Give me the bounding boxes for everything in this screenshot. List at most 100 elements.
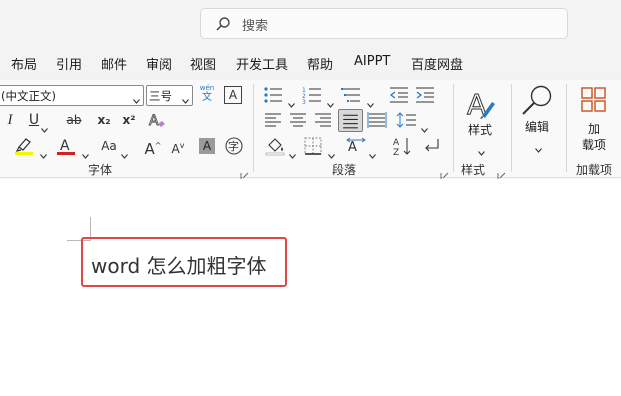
highlight-color-button[interactable]	[13, 136, 37, 156]
shrink-font-button[interactable]: Av	[166, 136, 190, 156]
borders-button[interactable]	[302, 136, 326, 156]
italic-label: I	[7, 112, 13, 128]
font-color-button[interactable]: A	[55, 136, 79, 156]
svg-text:A: A	[393, 138, 400, 148]
sort-button[interactable]: AZ	[392, 135, 416, 157]
highlighter-icon	[15, 138, 33, 155]
font-name-combo[interactable]: (中文正文)	[0, 85, 144, 106]
phonetic-bottom: 文	[202, 92, 212, 103]
addins-button-label-line2: 载项	[582, 138, 607, 152]
multilevel-list-button[interactable]	[340, 85, 364, 105]
addins-button-label-line1: 加	[588, 122, 601, 136]
decrease-indent-icon	[389, 87, 408, 103]
search-icon	[215, 16, 231, 32]
chevron-down-icon[interactable]	[82, 144, 89, 159]
svg-text:A: A	[149, 113, 159, 129]
tab-baidu-netdisk[interactable]: 百度网盘	[411, 54, 463, 73]
tab-developer[interactable]: 开发工具	[236, 54, 288, 73]
grow-font-button[interactable]: A^	[141, 136, 165, 158]
chevron-down-icon[interactable]	[328, 144, 335, 159]
chevron-down-icon	[535, 138, 542, 153]
chevron-down-icon[interactable]	[421, 118, 428, 133]
group-separator	[453, 84, 454, 172]
paragraph-group-label: 段落	[332, 163, 357, 177]
numbering-button[interactable]: 123	[301, 85, 325, 105]
document-canvas[interactable]	[0, 179, 621, 396]
addins-group-label: 加载项	[576, 163, 613, 177]
chevron-down-icon	[133, 93, 140, 104]
tab-help[interactable]: 帮助	[307, 54, 333, 73]
line-spacing-button[interactable]	[396, 110, 420, 130]
group-separator	[511, 84, 512, 172]
numbered-list-icon: 123	[302, 87, 321, 105]
styles-button-label: 样式	[468, 123, 493, 137]
chevron-down-icon[interactable]	[41, 118, 48, 133]
ribbon-tabs: 布局 引用 邮件 审阅 视图 开发工具 帮助 AIPPT 百度网盘	[0, 46, 621, 80]
align-right-button[interactable]	[312, 110, 336, 130]
search-placeholder: 搜索	[242, 19, 269, 34]
bullets-button[interactable]	[262, 85, 286, 105]
increase-indent-icon	[416, 87, 434, 103]
text-effects-button[interactable]: A	[146, 110, 170, 130]
align-left-button[interactable]	[262, 110, 286, 130]
font-color-swatch	[57, 152, 75, 155]
italic-button[interactable]: I	[0, 110, 22, 130]
group-separator	[566, 84, 567, 172]
superscript-label: x²	[122, 113, 136, 127]
addins-button[interactable]: 加 载项	[574, 86, 614, 156]
svg-text:A: A	[348, 140, 357, 155]
svg-text:Z: Z	[393, 148, 399, 157]
editing-button-label: 编辑	[525, 120, 550, 134]
show-formatting-marks-button[interactable]	[420, 136, 444, 156]
superscript-button[interactable]: x²	[117, 110, 141, 130]
chevron-down-icon[interactable]	[288, 93, 295, 108]
chevron-down-icon[interactable]	[327, 93, 334, 108]
magnifier-icon	[522, 85, 552, 115]
increase-indent-button[interactable]	[414, 85, 438, 105]
tab-view[interactable]: 视图	[190, 54, 216, 73]
subscript-button[interactable]: x₂	[92, 110, 116, 130]
strikethrough-label: ab	[66, 113, 82, 127]
chevron-down-icon[interactable]	[289, 144, 296, 159]
paragraph-shading-button[interactable]	[264, 136, 288, 156]
font-size-combo[interactable]: 三号	[146, 85, 193, 106]
tab-aippt[interactable]: AIPPT	[354, 54, 390, 69]
styles-dialog-launcher-icon[interactable]	[497, 166, 506, 181]
phonetic-guide-button[interactable]: wén 文	[196, 84, 218, 106]
bullet-list-icon	[264, 87, 282, 103]
paragraph-dialog-launcher-icon[interactable]	[440, 166, 449, 181]
character-border-label: A	[228, 88, 238, 102]
character-border-button[interactable]: A	[224, 86, 242, 104]
editing-button[interactable]: 编辑	[518, 84, 558, 154]
enclose-characters-button[interactable]: 字	[223, 136, 247, 156]
distributed-button[interactable]	[366, 110, 390, 130]
decrease-indent-button[interactable]	[388, 85, 412, 105]
align-center-button[interactable]	[287, 110, 311, 130]
styles-button[interactable]: A 样式	[461, 86, 501, 156]
tab-layout[interactable]: 布局	[11, 54, 37, 73]
chevron-down-icon[interactable]	[367, 93, 374, 108]
tab-references[interactable]: 引用	[56, 54, 82, 73]
group-separator	[253, 84, 254, 172]
chevron-down-icon[interactable]	[121, 144, 128, 159]
document-text[interactable]: word 怎么加粗字体	[91, 250, 267, 279]
line-spacing-icon	[396, 112, 416, 128]
character-shading-label: A	[202, 139, 212, 153]
tab-review[interactable]: 审阅	[146, 54, 172, 73]
title-bar: 搜索	[0, 0, 621, 46]
search-box[interactable]: 搜索	[200, 8, 568, 39]
chinese-layout-icon: A	[346, 137, 366, 155]
chevron-down-icon[interactable]	[40, 144, 47, 159]
change-case-button[interactable]: Aa	[97, 136, 121, 156]
justify-button[interactable]	[338, 109, 363, 132]
character-shading-button[interactable]: A	[199, 138, 215, 154]
align-center-icon	[290, 113, 306, 127]
highlight-swatch	[15, 152, 33, 155]
chinese-layout-button[interactable]: A	[345, 136, 369, 156]
change-case-label: Aa	[101, 139, 117, 153]
font-dialog-launcher-icon[interactable]	[240, 166, 249, 181]
chevron-down-icon[interactable]	[369, 144, 376, 159]
strikethrough-button[interactable]: ab	[62, 110, 86, 130]
enclosed-character-icon: 字	[225, 137, 243, 155]
tab-mailings[interactable]: 邮件	[101, 54, 127, 73]
